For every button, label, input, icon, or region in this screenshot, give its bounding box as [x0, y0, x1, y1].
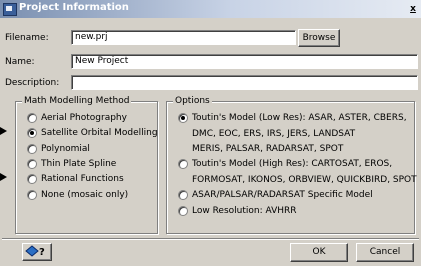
- radio-button-selected[interactable]: [178, 113, 188, 123]
- radio-label: Toutin's Model (High Res): CARTOSAT, ERO…: [192, 159, 393, 169]
- radio-button[interactable]: [27, 174, 37, 184]
- ok-button[interactable]: OK: [290, 243, 348, 262]
- browse-button[interactable]: Browse: [298, 29, 340, 47]
- radio-button[interactable]: [178, 190, 188, 200]
- radio-label: Toutin's Model (Low Res): ASAR, ASTER, C…: [192, 113, 407, 123]
- project-information-dialog: Project Information x Filename: new.prj …: [0, 0, 421, 266]
- math-modelling-group: Math Modelling Method Aerial Photography…: [15, 95, 158, 234]
- radio-button[interactable]: [178, 159, 188, 169]
- footer-separator: [2, 238, 419, 240]
- option-text-line: DMC, EOC, ERS, IRS, JERS, LANDSAT: [192, 129, 356, 139]
- pointer-arrow-icon: [0, 173, 7, 181]
- radio-label: ASAR/PALSAR/RADARSAT Specific Model: [192, 190, 373, 200]
- help-pointer-icon: ?: [25, 245, 45, 258]
- radio-label: Rational Functions: [41, 174, 124, 184]
- description-field[interactable]: [71, 75, 418, 90]
- radio-button[interactable]: [27, 144, 37, 154]
- filename-field[interactable]: new.prj: [71, 30, 296, 45]
- options-title: Options: [173, 95, 212, 107]
- math-modelling-title: Math Modelling Method: [22, 95, 132, 107]
- radio-label: Polynomial: [41, 144, 90, 154]
- radio-button[interactable]: [27, 113, 37, 123]
- app-icon: [3, 3, 17, 16]
- option-text-line: MERIS, PALSAR, RADARSAT, SPOT: [192, 144, 344, 154]
- help-button[interactable]: ?: [22, 243, 52, 261]
- radio-label: Aerial Photography: [41, 113, 127, 123]
- option-text-line: FORMOSAT, IKONOS, ORBVIEW, QUICKBIRD, SP…: [192, 175, 417, 185]
- pointer-arrow-icon: [0, 127, 7, 135]
- radio-label: None (mosaic only): [41, 190, 129, 200]
- cancel-button[interactable]: Cancel: [356, 243, 414, 262]
- radio-button[interactable]: [27, 190, 37, 200]
- radio-button[interactable]: [178, 206, 188, 216]
- close-button[interactable]: x: [407, 3, 419, 15]
- title-bar[interactable]: Project Information x: [0, 0, 421, 18]
- options-group: Options Toutin's Model (Low Res): ASAR, …: [166, 95, 417, 234]
- window-title: Project Information: [19, 2, 129, 13]
- radio-label: Low Resolution: AVHRR: [192, 206, 297, 216]
- name-label: Name:: [5, 57, 35, 67]
- radio-label: Satellite Orbital Modelling: [41, 128, 158, 138]
- name-field[interactable]: New Project: [71, 54, 418, 69]
- radio-button-selected[interactable]: [27, 128, 37, 138]
- description-label: Description:: [5, 78, 60, 88]
- radio-label: Thin Plate Spline: [41, 159, 117, 169]
- radio-button[interactable]: [27, 159, 37, 169]
- filename-label: Filename:: [5, 33, 49, 43]
- svg-text:?: ?: [39, 247, 45, 258]
